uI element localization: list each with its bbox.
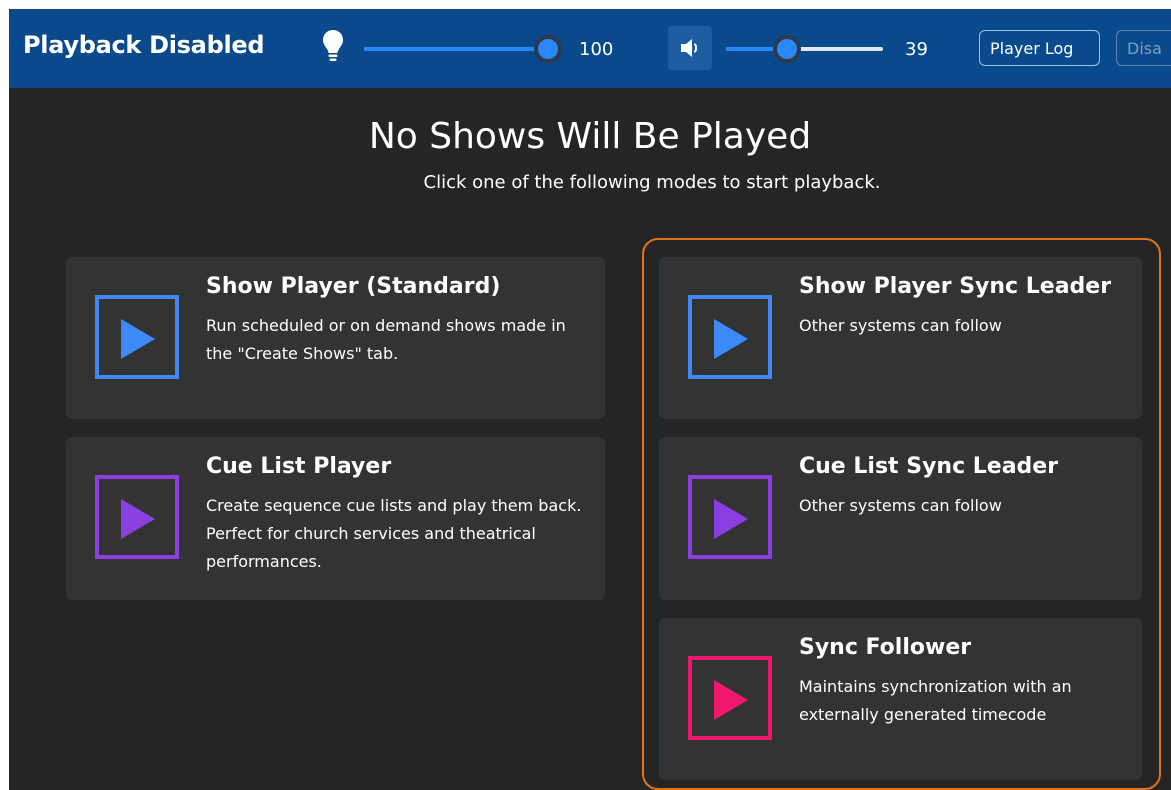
volume-slider-thumb[interactable] xyxy=(773,35,801,63)
disable-button[interactable]: Disa xyxy=(1116,30,1171,66)
show-player-sync-leader-play-box xyxy=(688,295,772,379)
speaker-icon xyxy=(681,39,698,57)
cue-list-player-title: Cue List Player xyxy=(206,454,392,479)
cue-list-sync-leader-description: Other systems can follow xyxy=(799,496,1002,515)
page-subheading: Click one of the following modes to star… xyxy=(423,172,881,193)
show-player-play-box xyxy=(95,295,179,379)
playback-status-title: Playback Disabled xyxy=(23,31,265,59)
cue-list-sync-leader-play-box xyxy=(688,475,772,559)
brightness-slider-thumb[interactable] xyxy=(534,35,562,63)
show-player-card[interactable]: Show Player (Standard) Run scheduled or … xyxy=(66,257,605,419)
show-player-sync-leader-description: Other systems can follow xyxy=(799,316,1002,335)
cue-list-player-play-box xyxy=(95,475,179,559)
mute-button[interactable] xyxy=(668,26,712,70)
play-icon xyxy=(714,499,748,539)
volume-slider[interactable] xyxy=(726,35,883,63)
sync-follower-play-box xyxy=(688,656,772,740)
play-icon xyxy=(714,680,748,720)
brightness-slider[interactable] xyxy=(364,35,562,63)
player-log-button[interactable]: Player Log xyxy=(979,30,1100,66)
sync-follower-title: Sync Follower xyxy=(799,635,972,660)
cue-list-sync-leader-title: Cue List Sync Leader xyxy=(799,454,1059,479)
show-player-sync-leader-card[interactable]: Show Player Sync Leader Other systems ca… xyxy=(659,257,1142,419)
play-icon xyxy=(121,319,155,359)
show-player-description: Run scheduled or on demand shows made in… xyxy=(206,316,566,363)
cue-list-player-description: Create sequence cue lists and play them … xyxy=(206,496,582,571)
play-icon xyxy=(714,319,748,359)
app-window: Playback Disabled 100 39 Player Log Disa… xyxy=(9,9,1171,790)
play-icon xyxy=(121,499,155,539)
cue-list-sync-leader-card[interactable]: Cue List Sync Leader Other systems can f… xyxy=(659,437,1142,600)
header-bar: Playback Disabled 100 39 Player Log Disa xyxy=(9,9,1171,88)
lightbulb-icon xyxy=(322,29,344,63)
page-heading: No Shows Will Be Played xyxy=(368,116,812,157)
volume-value: 39 xyxy=(905,39,928,60)
sync-follower-description: Maintains synchronization with an extern… xyxy=(799,677,1072,724)
brightness-slider-fill xyxy=(364,47,548,51)
show-player-title: Show Player (Standard) xyxy=(206,274,501,299)
show-player-sync-leader-title: Show Player Sync Leader xyxy=(799,274,1112,299)
brightness-value: 100 xyxy=(579,39,614,60)
sync-follower-card[interactable]: Sync Follower Maintains synchronization … xyxy=(659,618,1142,780)
cue-list-player-card[interactable]: Cue List Player Create sequence cue list… xyxy=(66,437,605,600)
